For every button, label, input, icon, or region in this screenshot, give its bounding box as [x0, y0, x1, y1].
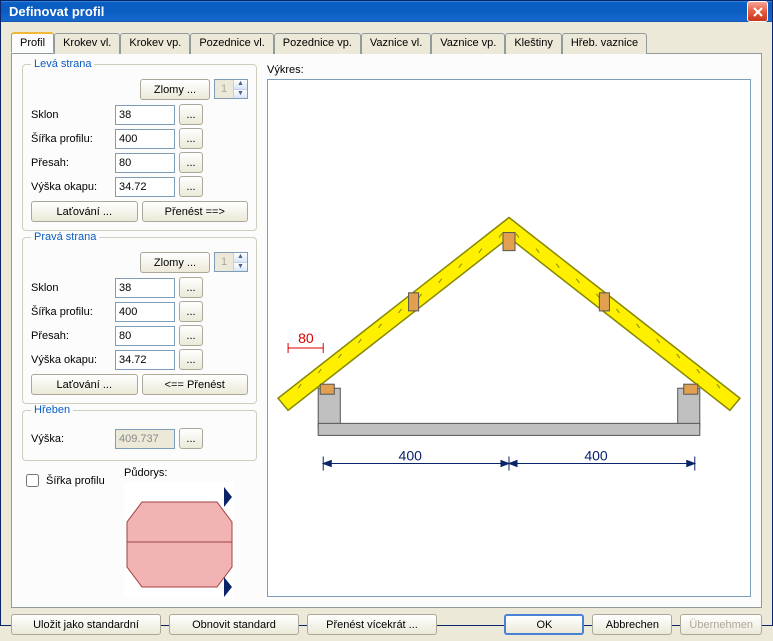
group-hreben: Hřeben Výška: ...: [22, 410, 257, 461]
label-presah-right: Přesah:: [31, 330, 111, 342]
tab-panel: Levá strana Zlomy ... 1 ▲▼ Sklon ...: [11, 53, 762, 608]
tab-vaznice-vl[interactable]: Vaznice vl.: [361, 33, 431, 54]
sirka-profilu-label: Šířka profilu: [46, 475, 105, 487]
cancel-button[interactable]: Abbrechen: [592, 614, 672, 635]
more-vyska-right-button[interactable]: ...: [179, 349, 203, 370]
label-sklon-left: Sklon: [31, 109, 111, 121]
input-sirka-left[interactable]: [115, 129, 175, 149]
window-title: Definovat profil: [9, 4, 747, 19]
right-column: Výkres:: [267, 64, 751, 597]
input-vyska-right[interactable]: [115, 350, 175, 370]
input-vyska-left[interactable]: [115, 177, 175, 197]
dim-w1: 400: [399, 448, 423, 464]
label-sirka-left: Šířka profilu:: [31, 133, 111, 145]
dim-w2: 400: [584, 448, 608, 464]
prenest-right-button[interactable]: Přenést ==>: [142, 201, 249, 222]
legend-left: Levá strana: [31, 58, 94, 70]
sirka-profilu-check[interactable]: Šířka profilu: [22, 471, 112, 490]
spinner-up-icon[interactable]: ▲: [233, 253, 247, 263]
ok-button[interactable]: OK: [504, 614, 584, 635]
zlomy-right-button[interactable]: Zlomy ...: [140, 252, 210, 273]
group-left-side: Levá strana Zlomy ... 1 ▲▼ Sklon ...: [22, 64, 257, 231]
more-presah-left-button[interactable]: ...: [179, 152, 203, 173]
spinner-down-icon[interactable]: ▼: [233, 90, 247, 99]
tab-profil[interactable]: Profil: [11, 32, 54, 53]
tabs-row: Profil Krokev vl. Krokev vp. Pozednice v…: [11, 32, 762, 53]
more-sirka-left-button[interactable]: ...: [179, 128, 203, 149]
label-sklon-right: Sklon: [31, 282, 111, 294]
spinner-down-icon[interactable]: ▼: [233, 263, 247, 272]
prenest-left-button[interactable]: <== Přenést: [142, 374, 249, 395]
input-presah-right[interactable]: [115, 326, 175, 346]
tab-pozednice-vl[interactable]: Pozednice vl.: [190, 33, 273, 54]
tab-krokev-vp[interactable]: Krokev vp.: [120, 33, 190, 54]
save-standard-button[interactable]: Uložit jako standardní: [11, 614, 161, 635]
latovani-right-button[interactable]: Laťování ...: [31, 374, 138, 395]
spinner-up-icon[interactable]: ▲: [233, 80, 247, 90]
latovani-left-button[interactable]: Laťování ...: [31, 201, 138, 222]
input-sklon-right[interactable]: [115, 278, 175, 298]
vykres-label: Výkres:: [267, 64, 751, 76]
label-presah-left: Přesah:: [31, 157, 111, 169]
input-sklon-left[interactable]: [115, 105, 175, 125]
tab-vaznice-vp[interactable]: Vaznice vp.: [431, 33, 505, 54]
close-button[interactable]: [747, 1, 768, 22]
label-sirka-right: Šířka profilu:: [31, 306, 111, 318]
titlebar: Definovat profil: [1, 1, 772, 22]
dim-presah: 80: [298, 330, 314, 346]
input-hreben-vyska: [115, 429, 175, 449]
tab-krokev-vl[interactable]: Krokev vl.: [54, 33, 120, 54]
input-presah-left[interactable]: [115, 153, 175, 173]
legend-hreben: Hřeben: [31, 404, 73, 416]
tab-klestiny[interactable]: Kleštiny: [505, 33, 562, 54]
pudorys-label: Půdorys:: [124, 467, 234, 479]
apply-button: Übernehmen: [680, 614, 762, 635]
zlomy-left-spinner[interactable]: 1 ▲▼: [214, 79, 248, 99]
more-presah-right-button[interactable]: ...: [179, 325, 203, 346]
footer-buttons: Uložit jako standardní Obnovit standard …: [11, 608, 762, 635]
transfer-multiple-button[interactable]: Přenést vícekrát ...: [307, 614, 437, 635]
dialog-window: Definovat profil Profil Krokev vl. Kroke…: [0, 0, 773, 626]
group-right-side: Pravá strana Zlomy ... 1 ▲▼ Sklon ...: [22, 237, 257, 404]
more-sirka-right-button[interactable]: ...: [179, 301, 203, 322]
tab-pozednice-vp[interactable]: Pozednice vp.: [274, 33, 361, 54]
tab-hreb-vaznice[interactable]: Hřeb. vaznice: [562, 33, 647, 54]
label-vyska-right: Výška okapu:: [31, 354, 111, 366]
sirka-profilu-checkbox[interactable]: [26, 474, 39, 487]
label-vyska-left: Výška okapu:: [31, 181, 111, 193]
more-sklon-right-button[interactable]: ...: [179, 277, 203, 298]
label-hreben-vyska: Výška:: [31, 433, 111, 445]
more-vyska-left-button[interactable]: ...: [179, 176, 203, 197]
content-area: Profil Krokev vl. Krokev vp. Pozednice v…: [1, 22, 772, 641]
legend-right: Pravá strana: [31, 231, 99, 243]
restore-standard-button[interactable]: Obnovit standard: [169, 614, 299, 635]
zlomy-left-button[interactable]: Zlomy ...: [140, 79, 210, 100]
input-sirka-right[interactable]: [115, 302, 175, 322]
vykres-canvas: 80 400 400: [267, 79, 751, 597]
zlomy-right-spinner[interactable]: 1 ▲▼: [214, 252, 248, 272]
pudorys-canvas: [124, 482, 234, 597]
left-column: Levá strana Zlomy ... 1 ▲▼ Sklon ...: [22, 64, 257, 597]
more-hreben-button[interactable]: ...: [179, 428, 203, 449]
more-sklon-left-button[interactable]: ...: [179, 104, 203, 125]
